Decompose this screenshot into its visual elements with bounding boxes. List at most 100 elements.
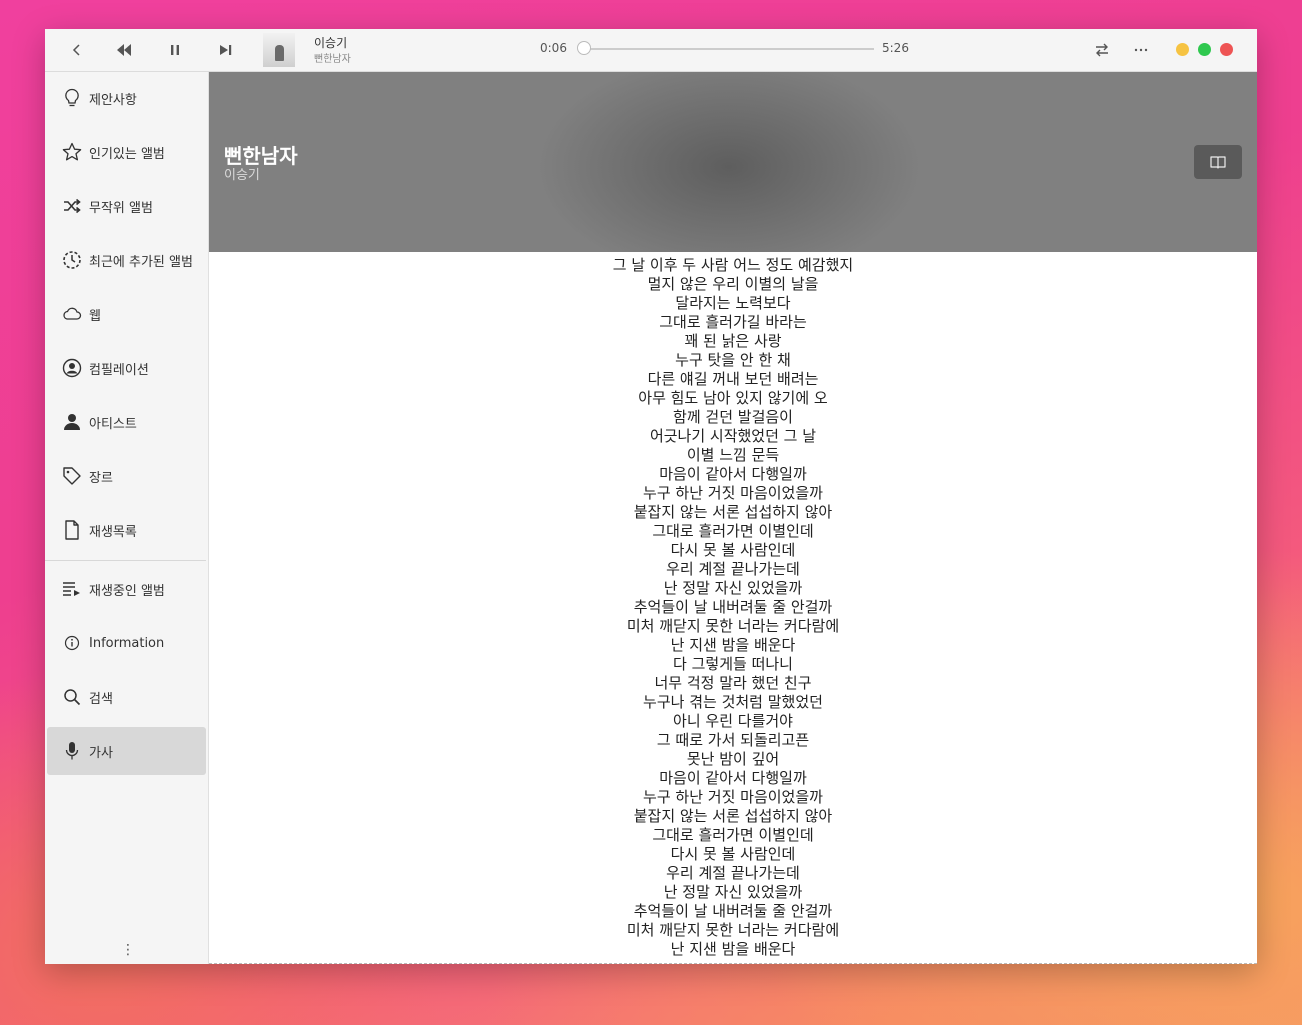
sidebar-item-label: 웹 [89, 308, 101, 324]
lyrics-panel[interactable]: 그 날 이후 두 사람 어느 정도 예감했지 멀지 않은 우리 이별의 날을 달라지… [209, 252, 1257, 964]
sidebar-item-compilations[interactable]: 컴필레이션 [47, 344, 206, 392]
lyric-line: 추억들이 날 내버려둘 줄 안걸까 [633, 902, 833, 920]
lightbulb-icon [62, 88, 82, 108]
total-time: 5:26 [882, 41, 909, 55]
cloud-icon [62, 304, 82, 324]
sidebar-item-label: 무작위 앨범 [89, 200, 153, 216]
sidebar-item-suggestions[interactable]: 제안사항 [47, 74, 206, 122]
lyric-line: 누구 하난 거짓 마음이었을까 [643, 484, 823, 502]
lyric-line: 그대로 흘러가길 바라는 [659, 313, 807, 331]
sidebar-item-label: 가사 [89, 745, 113, 761]
lyric-line: 난 지샌 밤을 배운다 [670, 940, 796, 958]
lyric-line: 멀지 않은 우리 이별의 날을 [647, 275, 819, 293]
lyric-line: 다시 못 볼 사람인데 [670, 541, 796, 559]
sidebar-item-popular-albums[interactable]: 인기있는 앨범 [47, 128, 206, 176]
open-book-button[interactable] [1194, 145, 1242, 179]
star-icon [62, 142, 82, 162]
lyric-line: 그 때로 가서 되돌리고픈 [656, 731, 810, 749]
sidebar-item-artists[interactable]: 아티스트 [47, 398, 206, 446]
lyric-line: 누구 하난 거짓 마음이었을까 [643, 788, 823, 806]
lyric-line: 난 지샌 밤을 배운다 [670, 636, 796, 654]
shuffle-icon [62, 196, 82, 216]
app-window: 이승기 뻔한남자 0:06 5:26 제안사항 인기있는 앨범 무작위 앨범 최… [45, 29, 1257, 964]
sidebar-item-genres[interactable]: 장르 [47, 452, 206, 500]
search-icon [62, 687, 82, 707]
sidebar-item-label: 컴필레이션 [89, 362, 149, 378]
sidebar-item-random-albums[interactable]: 무작위 앨범 [47, 182, 206, 230]
back-button[interactable] [65, 38, 89, 62]
maximize-button[interactable] [1198, 43, 1211, 56]
info-icon [62, 633, 82, 653]
book-icon [1210, 156, 1226, 169]
lyric-line: 다시 못 볼 사람인데 [670, 845, 796, 863]
chevron-left-icon [72, 44, 80, 56]
lyric-line: 누구나 겪는 것처럼 말했었던 [643, 693, 823, 711]
sidebar-item-recently-added[interactable]: 최근에 추가된 앨범 [47, 236, 206, 284]
document-icon [62, 520, 82, 540]
lyrics-list: 그 날 이후 두 사람 어느 정도 예감했지 멀지 않은 우리 이별의 날을 달라지… [209, 252, 1257, 959]
sidebar-item-label: 재생목록 [89, 524, 137, 540]
player-toolbar: 이승기 뻔한남자 0:06 5:26 [45, 29, 1257, 72]
lyric-line: 다른 얘길 꺼내 보던 배려는 [647, 370, 819, 388]
lyric-line: 이별 느낌 문득 [686, 446, 780, 464]
sidebar-item-lyrics[interactable]: 가사 [47, 727, 206, 775]
recent-icon [62, 250, 82, 270]
track-album: 뻔한남자 [314, 54, 351, 65]
lyric-line: 난 정말 자신 있었을까 [663, 579, 803, 597]
user-circle-icon [62, 358, 82, 378]
lyric-line: 너무 걱정 말라 했던 친구 [654, 674, 812, 692]
lyric-line: 아니 우린 다를거야 [673, 712, 793, 730]
sidebar-item-label: 검색 [89, 691, 113, 707]
close-button[interactable] [1220, 43, 1233, 56]
seek-slider[interactable] [576, 41, 874, 55]
lyric-line: 우리 계절 끝나가는데 [666, 864, 800, 882]
lyric-line: 꽤 된 낡은 사랑 [684, 332, 782, 350]
sidebar-item-label: 최근에 추가된 앨범 [89, 254, 193, 270]
lyric-line: 미처 깨닫지 못한 너라는 커다람에 [626, 921, 840, 939]
person-icon [62, 412, 82, 432]
track-title: 이승기 [314, 36, 348, 50]
sidebar: 제안사항 인기있는 앨범 무작위 앨범 최근에 추가된 앨범 웹 컴필레이션 아… [45, 72, 209, 964]
lyric-line: 마음이 같아서 다행일까 [659, 769, 807, 787]
lyric-line: 추억들이 날 내버려둘 줄 안걸까 [633, 598, 833, 616]
pause-button[interactable] [163, 38, 187, 62]
sidebar-item-search[interactable]: 검색 [47, 673, 206, 721]
sidebar-item-playlists[interactable]: 재생목록 [47, 506, 206, 554]
sidebar-item-label: 제안사항 [89, 92, 137, 108]
skip-next-icon [220, 45, 232, 55]
current-time: 0:06 [540, 41, 567, 55]
lyric-line: 그대로 흘러가면 이별인데 [652, 522, 814, 540]
sidebar-item-information[interactable]: Information [47, 619, 206, 667]
lyric-line: 미처 깨닫지 못한 너라는 커다람에 [626, 617, 840, 635]
lyric-line: 아무 힘도 남아 있지 않기에 오 [638, 389, 828, 407]
page-subtitle-artist: 이승기 [224, 168, 260, 183]
lyric-line: 우리 계절 끝나가는데 [666, 560, 800, 578]
repeat-icon [1096, 43, 1108, 57]
lyric-line: 그 날 이후 두 사람 어느 정도 예감했지 [612, 256, 854, 274]
repeat-button[interactable] [1090, 38, 1114, 62]
sidebar-item-label: 장르 [89, 470, 113, 486]
rewind-icon [117, 44, 131, 56]
sidebar-more-icon[interactable]: ⋮ [121, 942, 135, 958]
pause-icon [171, 45, 179, 55]
album-cover-thumbnail[interactable] [263, 33, 295, 67]
lyric-line: 그대로 흘러가면 이별인데 [652, 826, 814, 844]
sidebar-item-now-playing-album[interactable]: 재생중인 앨범 [47, 565, 206, 613]
more-horizontal-icon [1134, 48, 1148, 52]
lyric-line: 못난 밤이 깊어 [686, 750, 780, 768]
lyric-line: 난 정말 자신 있었을까 [663, 883, 803, 901]
lyric-line: 달라지는 노력보다 [675, 294, 791, 312]
microphone-icon [62, 741, 82, 761]
lyric-line: 마음이 같아서 다행일까 [659, 465, 807, 483]
sidebar-item-label: 재생중인 앨범 [89, 583, 165, 599]
more-options-button[interactable] [1129, 38, 1153, 62]
lyric-line: 붙잡지 않는 서론 섭섭하지 않아 [633, 807, 833, 825]
minimize-button[interactable] [1176, 43, 1189, 56]
lyric-line: 함께 걷던 발걸음이 [673, 408, 793, 426]
next-track-button[interactable] [214, 38, 238, 62]
sidebar-item-web[interactable]: 웹 [47, 290, 206, 338]
sidebar-item-label: Information [89, 635, 165, 651]
seek-slider-handle[interactable] [576, 41, 591, 55]
previous-track-button[interactable] [112, 38, 136, 62]
lyric-line: 어긋나기 시작했었던 그 날 [649, 427, 817, 445]
